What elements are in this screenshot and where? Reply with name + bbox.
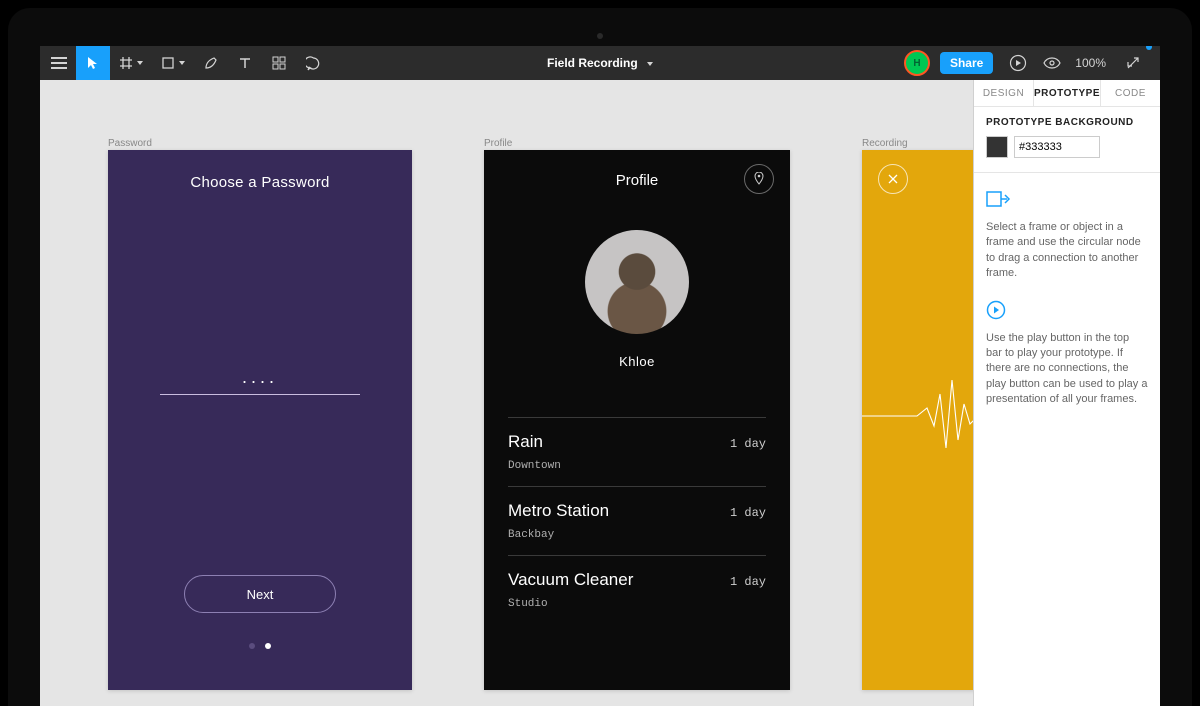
background-color-input[interactable] [1014,136,1100,158]
profile-location-button[interactable] [744,164,774,194]
frame-password[interactable]: Choose a Password .... Next [108,150,412,690]
recording-title: Rain [508,432,543,452]
user-avatar[interactable]: H [904,50,930,76]
password-next-button[interactable]: Next [184,575,336,613]
recording-age: 1 day [730,506,766,520]
canvas[interactable]: Password Choose a Password .... Next Pro… [40,80,973,706]
text-icon [238,56,252,70]
top-toolbar: Field Recording H Share [40,46,1160,80]
properties-panel: DESIGN PROTOTYPE CODE PROTOTYPE BACKGROU… [973,80,1160,706]
recording-location: Backbay [508,529,766,541]
profile-recordings-list: Rain 1 day Downtown Metro Station 1 day … [508,417,766,624]
zoom-value: 100% [1075,56,1106,70]
document-title-text: Field Recording [547,56,638,70]
frame-recording[interactable] [862,150,973,690]
pen-tool-button[interactable] [194,46,228,80]
password-underline [160,394,360,395]
webcam-dot [597,33,603,39]
recording-title: Vacuum Cleaner [508,570,633,590]
recording-location: Studio [508,598,766,610]
frame-label-password[interactable]: Password [108,138,152,149]
chevron-down-icon [647,62,653,66]
tab-design[interactable]: DESIGN [974,80,1034,106]
recording-close-button[interactable] [878,164,908,194]
connection-hint-icon [986,189,1148,212]
waveform-icon [862,376,973,456]
overflow-icon [1125,55,1141,71]
pager-dot-active [265,643,271,649]
cursor-icon [86,56,100,70]
pen-icon [203,55,219,71]
play-circle-icon [1009,54,1027,72]
recording-title: Metro Station [508,501,609,521]
frame-label-profile[interactable]: Profile [484,138,512,149]
tab-code[interactable]: CODE [1101,80,1160,106]
tab-prototype[interactable]: PROTOTYPE [1034,80,1101,106]
comment-icon [306,56,321,71]
recording-age: 1 day [730,575,766,589]
frame-profile[interactable]: Profile Khloe Rain [484,150,790,690]
overflow-button[interactable] [1116,46,1150,80]
pin-icon [753,172,765,186]
background-swatch[interactable] [986,136,1008,158]
profile-avatar [585,230,689,334]
chevron-down-icon [137,61,143,65]
list-item[interactable]: Rain 1 day Downtown [508,417,766,486]
connection-hint-text: Select a frame or object in a frame and … [986,220,1148,282]
main-menu-button[interactable] [42,46,76,80]
frame-label-recording[interactable]: Recording [862,138,908,149]
recording-location: Downtown [508,460,766,472]
list-item[interactable]: Vacuum Cleaner 1 day Studio [508,555,766,624]
frame-icon [119,56,133,70]
view-settings-button[interactable] [1035,46,1069,80]
chevron-down-icon [179,61,185,65]
play-hint-text: Use the play button in the top bar to pl… [986,331,1148,408]
password-title: Choose a Password [108,174,412,191]
eye-icon [1043,54,1061,72]
square-icon [161,56,175,70]
shape-tool-button[interactable] [152,46,194,80]
components-icon [272,56,286,70]
password-masked-value: .... [108,367,412,388]
share-button[interactable]: Share [940,52,993,74]
pager-dot [249,643,255,649]
move-tool-button[interactable] [76,46,110,80]
hamburger-icon [51,57,67,69]
prototype-background-section: PROTOTYPE BACKGROUND [974,107,1160,168]
comment-tool-button[interactable] [296,46,330,80]
components-button[interactable] [262,46,296,80]
frame-tool-button[interactable] [110,46,152,80]
list-item[interactable]: Metro Station 1 day Backbay [508,486,766,555]
panel-tabs: DESIGN PROTOTYPE CODE [974,80,1160,107]
figma-window: Field Recording H Share [40,46,1160,706]
zoom-control[interactable]: 100% [1075,56,1110,70]
profile-name: Khloe [484,354,790,369]
recording-age: 1 day [730,437,766,451]
text-tool-button[interactable] [228,46,262,80]
password-pager [108,643,412,649]
close-icon [887,173,899,185]
prototype-background-heading: PROTOTYPE BACKGROUND [986,117,1148,128]
present-button[interactable] [1001,46,1035,80]
play-hint-icon [986,300,1148,323]
